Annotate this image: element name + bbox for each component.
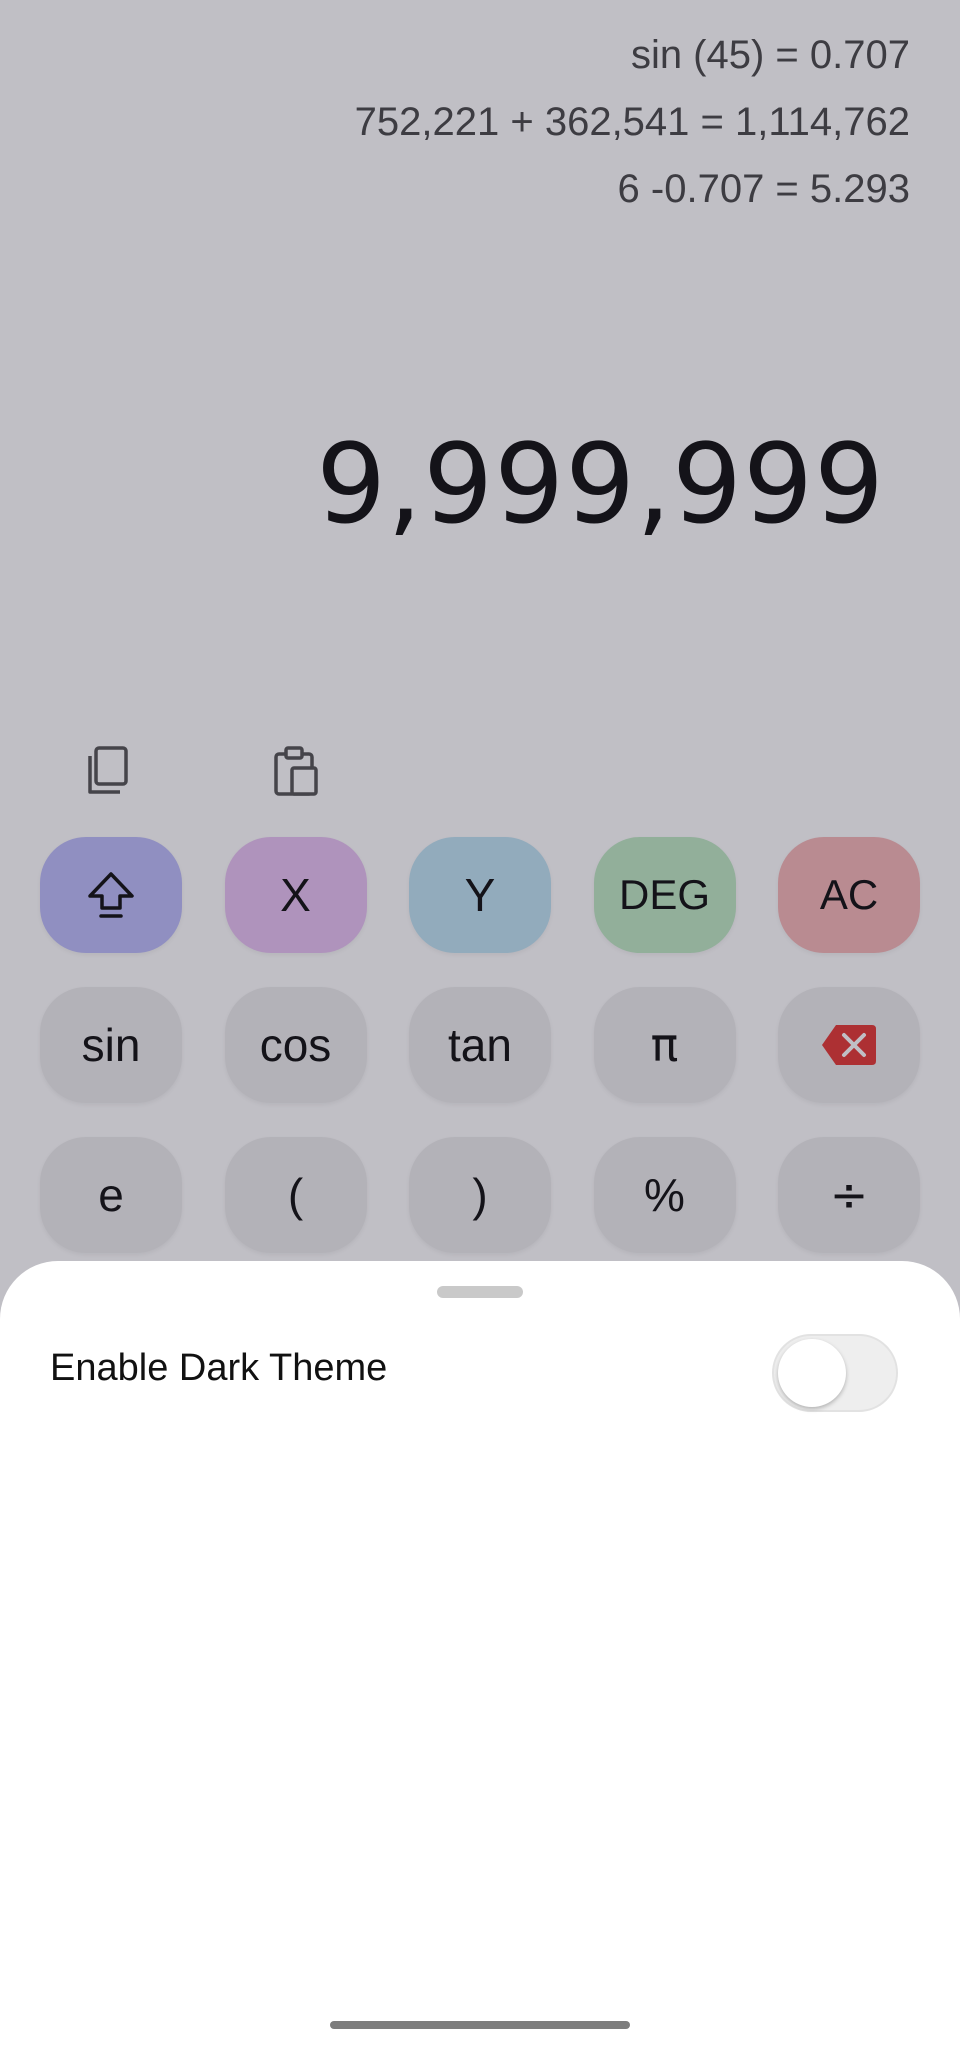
- home-indicator[interactable]: [330, 2021, 630, 2029]
- toggle-knob: [778, 1339, 846, 1407]
- dark-theme-label: Enable Dark Theme: [50, 1347, 388, 1389]
- settings-bottom-sheet: Enable Dark Theme: [0, 1261, 960, 2048]
- sheet-drag-handle[interactable]: [437, 1286, 523, 1298]
- dark-theme-toggle[interactable]: [772, 1334, 898, 1412]
